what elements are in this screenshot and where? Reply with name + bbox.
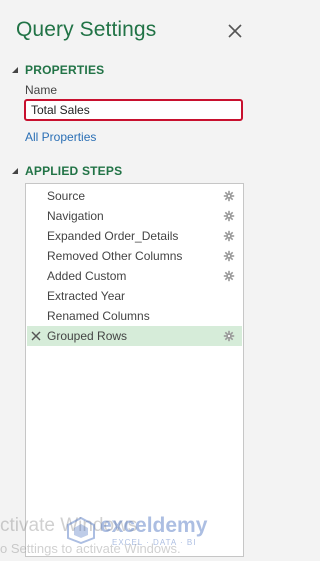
step-settings-gear-icon[interactable] [223,210,235,222]
applied-step-row[interactable]: Source [27,186,242,206]
applied-step-label: Renamed Columns [47,309,150,323]
properties-section-toggle[interactable]: PROPERTIES [11,63,104,77]
collapse-triangle-icon [12,168,18,174]
name-label: Name [25,83,58,97]
applied-step-label: Source [47,189,86,203]
applied-step-row[interactable]: Expanded Order_Details [27,226,242,246]
applied-step-label: Extracted Year [47,289,126,303]
step-settings-gear-icon[interactable] [223,190,235,202]
collapse-triangle-icon [12,67,18,73]
brand-tagline: EXCEL · DATA · BI [112,538,197,547]
properties-heading: PROPERTIES [25,63,105,77]
step-settings-gear-icon[interactable] [223,230,235,242]
applied-step-row[interactable]: Navigation [27,206,242,226]
query-name-input[interactable] [24,99,243,121]
applied-step-row[interactable]: Removed Other Columns [27,246,242,266]
applied-step-row[interactable]: Added Custom [27,266,242,286]
step-settings-gear-icon[interactable] [223,330,235,342]
applied-step-label: Removed Other Columns [47,249,183,263]
applied-step-row[interactable]: Grouped Rows [27,326,242,346]
step-settings-gear-icon[interactable] [223,270,235,282]
applied-step-label: Expanded Order_Details [47,229,179,243]
applied-step-label: Grouped Rows [47,329,128,343]
pane-title: Query Settings [16,18,157,41]
applied-steps-list: Source Navigation Expanded Order_Details Re… [25,183,244,557]
brand-name: exceldemy [100,514,208,537]
applied-steps-section-toggle[interactable]: APPLIED STEPS [11,164,122,178]
applied-step-label: Navigation [47,209,104,223]
applied-step-row[interactable]: Extracted Year [27,286,242,306]
step-settings-gear-icon[interactable] [223,250,235,262]
applied-steps-heading: APPLIED STEPS [25,164,123,178]
applied-step-row[interactable]: Renamed Columns [27,306,242,326]
all-properties-link[interactable]: All Properties [25,130,96,144]
exceldemy-logo: exceldemy EXCEL · DATA · BI [66,514,216,550]
close-icon[interactable] [226,22,244,40]
applied-step-label: Added Custom [47,269,127,283]
exceldemy-logo-icon [67,516,95,544]
query-settings-pane: Query Settings PROPERTIES Name All Prope… [0,0,268,561]
delete-step-icon[interactable] [31,331,41,341]
